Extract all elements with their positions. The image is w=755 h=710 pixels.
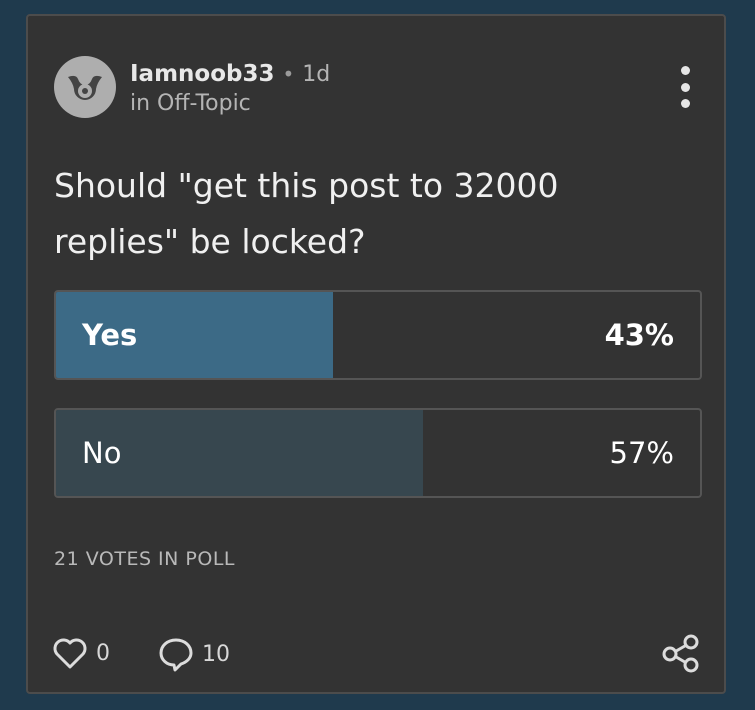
- post-title: Should "get this post to 32000 replies" …: [54, 166, 559, 261]
- comment-count: 10: [202, 641, 230, 667]
- poll-option-yes[interactable]: Yes 43%: [54, 290, 702, 380]
- poll-option-label: No: [82, 436, 122, 470]
- share-icon: [662, 634, 699, 673]
- menu-dot: [680, 66, 690, 75]
- like-count: 0: [96, 640, 110, 666]
- user-avatar[interactable]: [54, 56, 116, 118]
- poll-option-no[interactable]: No 57%: [54, 408, 702, 498]
- comment-bubble-icon: [159, 638, 193, 672]
- author-line: Iamnoob33 • 1d: [130, 60, 330, 89]
- more-vertical-icon[interactable]: [674, 66, 696, 108]
- menu-dot: [680, 99, 690, 108]
- avatar-icon: [63, 65, 107, 109]
- share-button[interactable]: [660, 632, 702, 674]
- like-button[interactable]: 0: [52, 636, 110, 670]
- poll-option-percent: 43%: [604, 318, 674, 352]
- author-name[interactable]: Iamnoob33: [130, 61, 275, 87]
- poll-vote-count: 21 VOTES IN POLL: [54, 548, 235, 570]
- poll-option-percent: 57%: [609, 436, 674, 470]
- meta-separator: •: [282, 62, 295, 86]
- menu-dot: [680, 82, 690, 92]
- post-meta: Iamnoob33 • 1d in Off-Topic: [130, 60, 330, 118]
- poll-post-card: Iamnoob33 • 1d in Off-Topic Should "get th…: [26, 14, 726, 694]
- post-time: 1d: [302, 62, 331, 87]
- heart-icon: [53, 638, 87, 669]
- poll-option-label: Yes: [82, 318, 138, 352]
- post-category[interactable]: in Off-Topic: [130, 90, 330, 118]
- comment-button[interactable]: 10: [158, 636, 230, 672]
